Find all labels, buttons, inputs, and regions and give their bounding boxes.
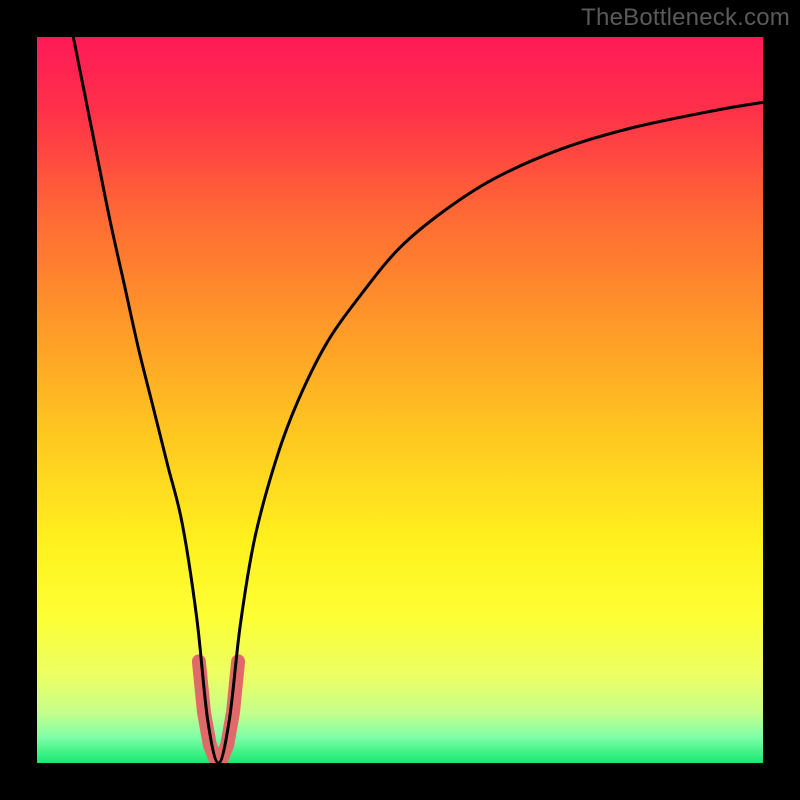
chart-frame: TheBottleneck.com	[0, 0, 800, 800]
plot-background	[37, 37, 763, 763]
bottleneck-chart	[0, 0, 800, 800]
watermark-text: TheBottleneck.com	[581, 4, 790, 32]
